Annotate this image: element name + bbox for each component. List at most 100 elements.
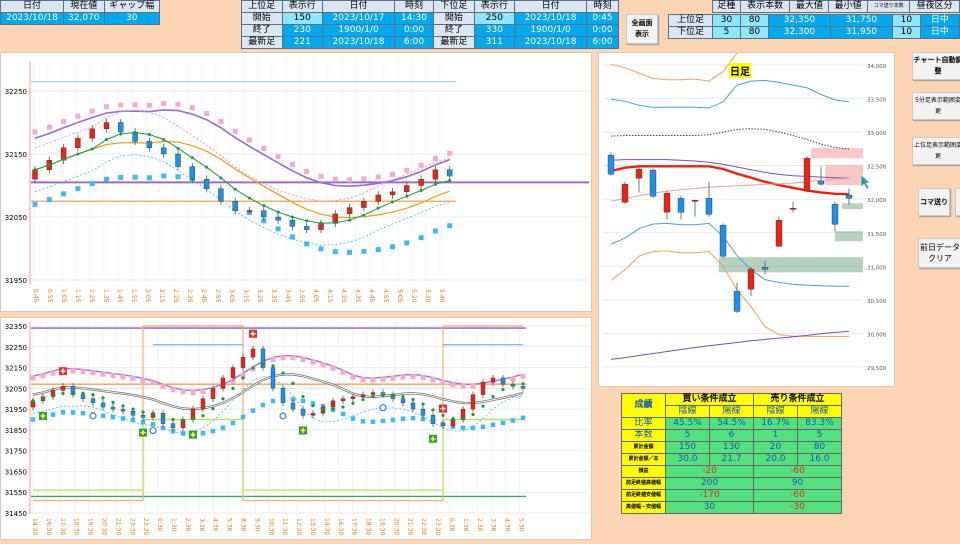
fast-ma-dot	[161, 414, 165, 418]
upper-band-marker	[32, 129, 38, 135]
fullscreen-button[interactable]: 全画面 表示	[626, 14, 658, 44]
tf-row-upper: 上位足 30 80 32,350 31,750 10 日中	[668, 14, 960, 27]
upper-band-marker	[146, 102, 152, 108]
fast-ma-dot	[211, 407, 215, 411]
candle-up	[350, 396, 356, 399]
upper-range-button[interactable]: 上位足表示範囲変更	[912, 137, 960, 165]
rt-cell[interactable]: 14:30	[393, 12, 435, 25]
tf-cell[interactable]: 31,950	[829, 26, 893, 39]
lower-band-marker	[432, 228, 438, 234]
tf-cell[interactable]: 10	[891, 14, 921, 27]
rt-cell[interactable]: 221	[281, 36, 323, 49]
rt-cell[interactable]: 6:00	[586, 36, 619, 49]
lower-band-marker	[60, 409, 66, 415]
x-tick-label: 22:30	[128, 518, 135, 535]
rt-cell[interactable]: 1900/1/0	[322, 24, 395, 37]
tf-cell[interactable]: 5	[712, 26, 741, 39]
fast-ma-dot	[348, 218, 352, 222]
rt-cell[interactable]: 0:45	[586, 12, 619, 25]
upper-band-marker	[161, 101, 167, 107]
rt-cell[interactable]: 230	[281, 24, 323, 37]
summary-price[interactable]: 32,070	[63, 12, 105, 25]
tf-cell[interactable]: 日中	[919, 26, 960, 39]
tf-cell[interactable]: 10	[891, 26, 921, 39]
lower-timeframe-chart[interactable]: 32250 32150 32050 31950 0:45 0:55 1:05 1:15 1:25…	[0, 52, 592, 312]
daily-chart[interactable]: 34,000 33,500 33,000 32,500 32,000 31,500 31,0…	[598, 52, 895, 387]
clear-previous-day-button[interactable]: 前日データ クリア	[918, 238, 960, 268]
x-tick-label: 4:30	[504, 518, 511, 532]
tf-cell[interactable]: 80	[739, 26, 769, 39]
rt-cell[interactable]: 330	[473, 24, 516, 37]
tf-cell[interactable]: 32,350	[767, 14, 831, 27]
rt-cell[interactable]: 150	[281, 12, 323, 25]
tf-cell[interactable]: 日中	[919, 14, 960, 27]
lower-band-marker	[300, 398, 306, 404]
rt-cell[interactable]: 2023/10/17	[322, 12, 395, 25]
fast-ma-dot	[511, 383, 515, 387]
rt-row-latest: 最新足 221 2023/10/18 6:00 最新足 311 2023/10/…	[241, 36, 619, 49]
step-button[interactable]: コマ送り	[918, 188, 950, 216]
rt-cell[interactable]: 311	[473, 36, 516, 49]
lower-band-marker	[110, 414, 116, 420]
tf-cell[interactable]: 32,300	[767, 26, 831, 39]
rt-cell[interactable]: 250	[473, 12, 516, 25]
fast-ma-dot	[221, 397, 225, 401]
stats-cell: 54.5%	[709, 417, 754, 430]
circle-signal-icon	[149, 426, 157, 435]
fast-ma-dot	[451, 417, 455, 421]
full-5min-chart[interactable]: 32350 32250 32150 32050 31950 31850 31750 31650…	[0, 317, 592, 540]
fast-ma-dot	[311, 404, 315, 408]
x-tick-label: 0:45	[32, 289, 39, 303]
tf-cell[interactable]: 31,750	[829, 14, 893, 27]
step-back-button[interactable]	[955, 188, 960, 216]
x-tick-label: 4:25	[340, 289, 347, 303]
rt-h-row: 表示行	[281, 0, 323, 13]
tf-cell[interactable]: 80	[739, 14, 769, 27]
upper-band-marker	[118, 102, 124, 108]
long-purple-line	[610, 330, 850, 360]
x-tick-label: 4:45	[368, 289, 375, 303]
daily-chart-title: 日足	[729, 63, 751, 78]
lower-band-marker	[161, 173, 167, 179]
x-tick-label: 19:30	[87, 518, 94, 535]
auto-adjust-button[interactable]: チャート自動調整	[912, 52, 960, 80]
summary-gap[interactable]: 30	[103, 12, 161, 25]
candle-down	[817, 180, 825, 185]
candle-up	[340, 398, 346, 402]
ma-red-line	[610, 165, 850, 196]
candle-down	[120, 408, 126, 412]
stats-cell: 130	[709, 441, 754, 454]
lower-band-marker	[89, 181, 95, 187]
rt-cell[interactable]: 0:00	[586, 24, 619, 37]
upper-band-marker	[404, 167, 410, 173]
rt-cell[interactable]: 6:00	[393, 36, 435, 49]
rt-cell[interactable]: 2023/10/18	[322, 36, 395, 49]
summary-date[interactable]: 2023/10/18	[0, 12, 65, 25]
x-tick-label: 2:05	[144, 289, 151, 303]
y-tick-label: 32050	[5, 385, 27, 393]
tf-cell[interactable]: 30	[712, 14, 741, 27]
rt-cell[interactable]: 2023/10/18	[514, 12, 588, 25]
fast-ma-dot	[362, 213, 366, 217]
bb-upper1-line	[610, 79, 850, 109]
candle-down	[90, 398, 96, 404]
rt-cell[interactable]: 1900/1/0	[514, 24, 588, 37]
upper-band-marker	[289, 162, 295, 167]
rt-cell[interactable]: 0:00	[393, 24, 435, 37]
x-tick-label: 0:30	[156, 518, 163, 532]
fast-ma-dot	[219, 176, 223, 180]
upper-band-marker	[375, 174, 381, 180]
candle-down	[110, 406, 116, 410]
upper-band-marker	[318, 173, 324, 179]
upper-band-marker	[204, 110, 210, 116]
rt-h-lower: 下位足	[433, 0, 475, 13]
x-tick-label: 2:55	[214, 289, 221, 303]
y-tick-label: 33,000	[867, 131, 887, 137]
upper-band-marker	[30, 375, 36, 381]
rt-cell[interactable]: 2023/10/18	[514, 36, 588, 49]
fast-ma-dot	[376, 206, 380, 210]
fast-ma-dot	[76, 152, 80, 156]
fast-ma-dot	[201, 414, 205, 418]
lower-range-button[interactable]: 5分足表示範囲変更	[912, 92, 960, 120]
upper-band-marker	[190, 389, 196, 395]
